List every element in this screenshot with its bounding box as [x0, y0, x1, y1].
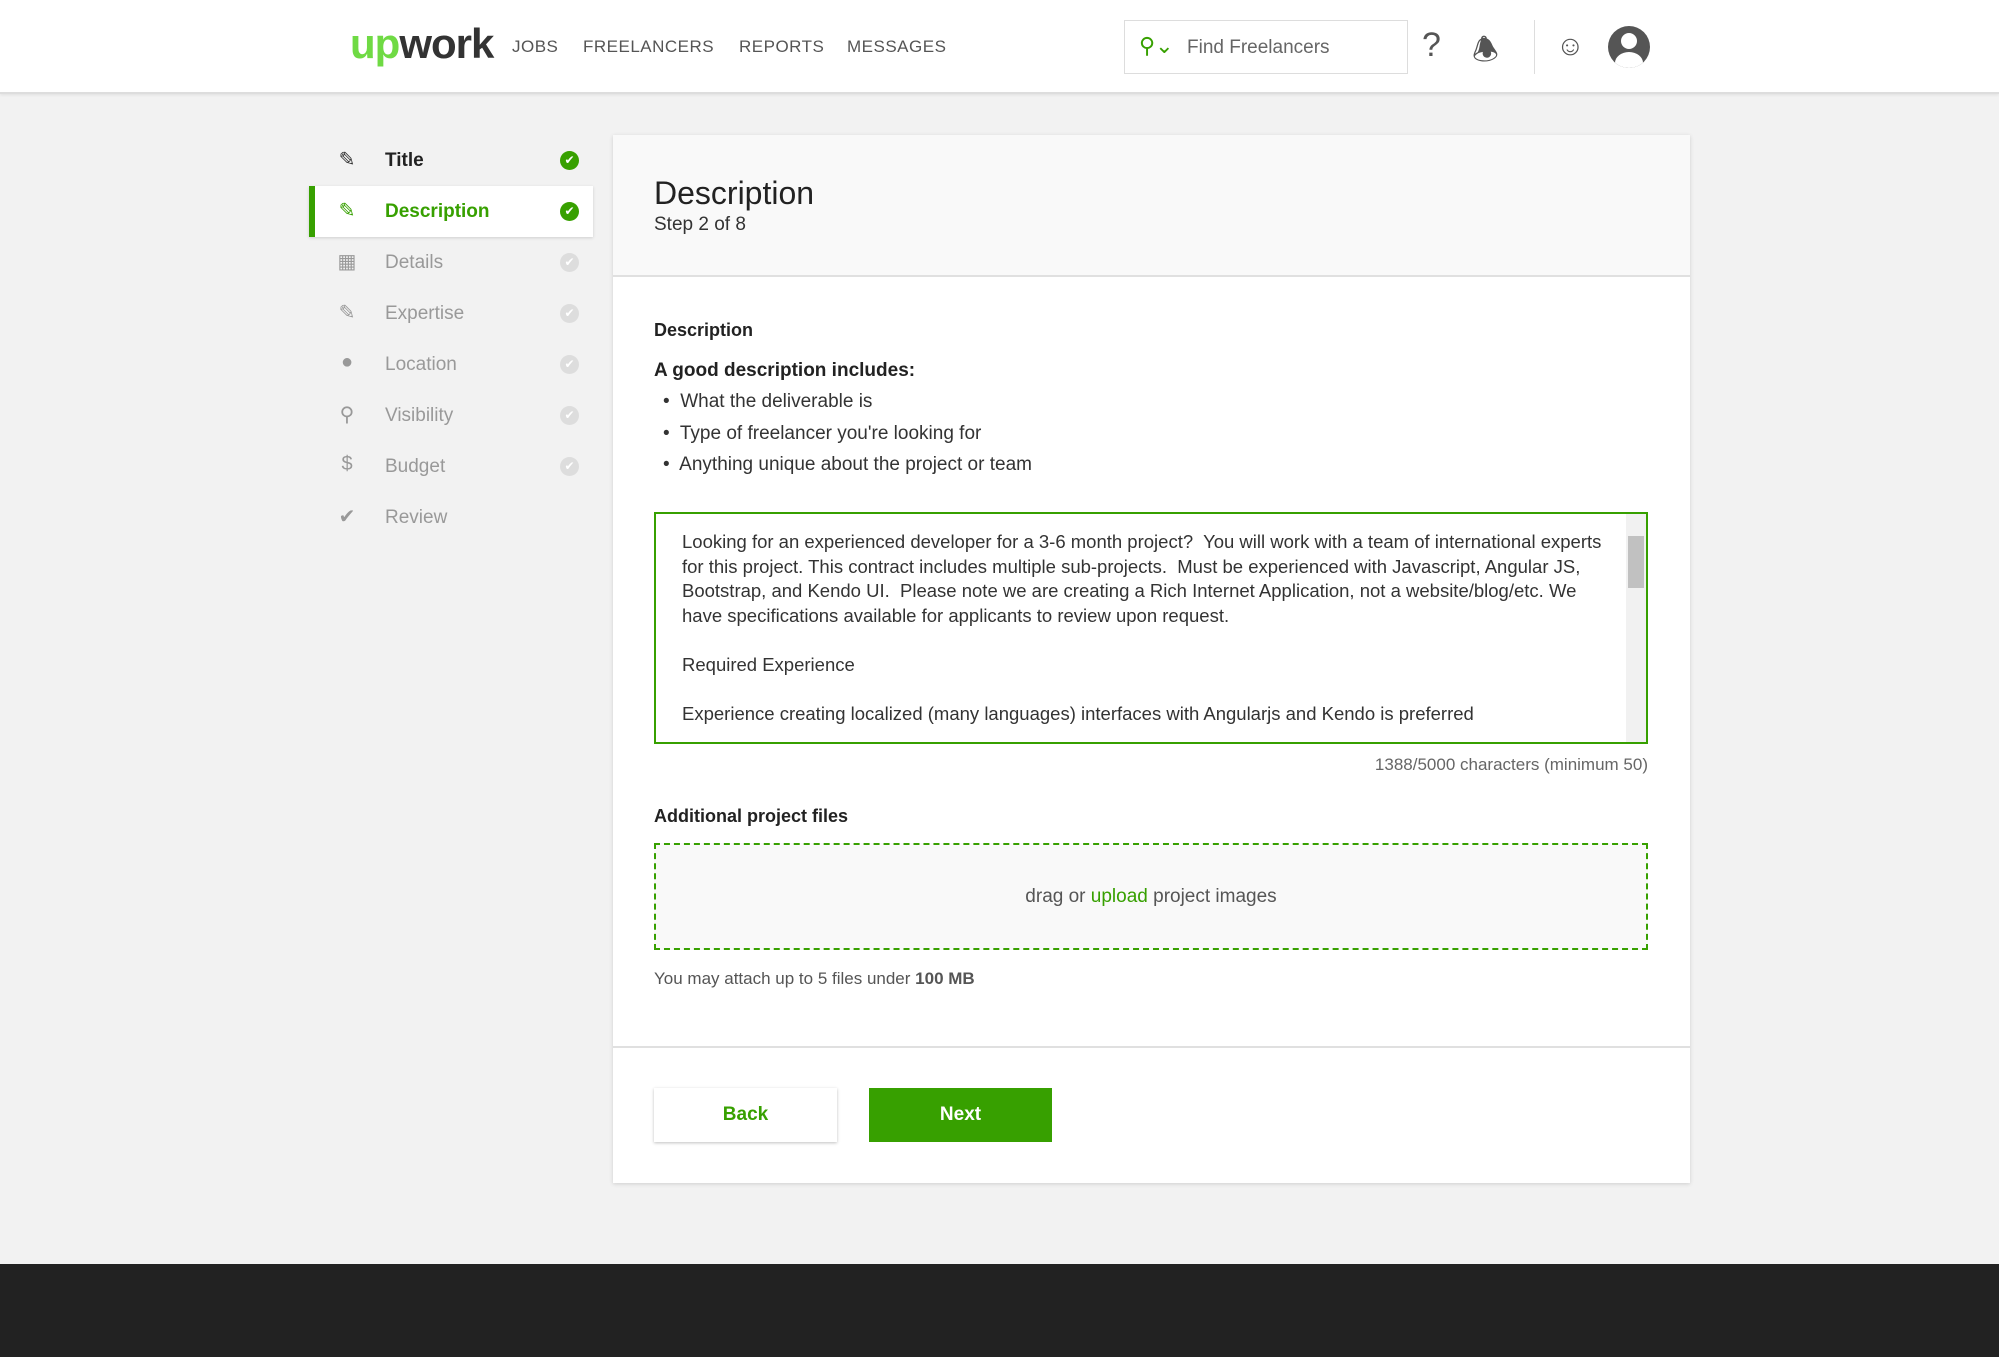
- description-textarea[interactable]: Looking for an experienced developer for…: [654, 512, 1648, 744]
- sidebar-item-title[interactable]: ✎ Title ✔: [309, 135, 593, 186]
- check-icon: ✔: [338, 506, 356, 528]
- hint-text: You may attach up to 5 files under: [654, 969, 916, 988]
- tips-heading: A good description includes:: [654, 360, 916, 381]
- pencil-icon: ✎: [338, 149, 356, 171]
- scrollbar-thumb[interactable]: [1628, 536, 1644, 588]
- step-indicator: Step 2 of 8: [654, 214, 746, 235]
- description-text: Looking for an experienced developer for…: [682, 531, 1602, 724]
- character-count: 1388/5000 characters (minimum 50): [1374, 755, 1648, 774]
- visibility-icon: ⚲: [339, 404, 355, 426]
- sidebar-item-review[interactable]: ✔ Review: [309, 492, 593, 543]
- help-icon[interactable]: ?: [1422, 26, 1441, 65]
- nav-reports[interactable]: REPORTS: [739, 37, 824, 57]
- card-header: Description Step 2 of 8: [613, 135, 1690, 277]
- check-circle-icon: ✔: [560, 151, 579, 170]
- search-icon[interactable]: ⚲⌄: [1139, 33, 1174, 59]
- search-placeholder: Find Freelancers: [1187, 37, 1330, 58]
- description-label: Description: [654, 320, 754, 340]
- tip-text: What the deliverable is: [680, 391, 873, 412]
- avatar-icon[interactable]: [1608, 26, 1650, 68]
- sidebar-item-details[interactable]: ▦ Details ✔: [309, 237, 593, 288]
- steps-sidebar: ✎ Title ✔ ✎ Description ✔ ▦ Details ✔ ✎ Experti…: [309, 135, 593, 543]
- check-circle-icon: ✔: [560, 253, 579, 272]
- pin-icon: ●: [340, 351, 354, 373]
- description-card: Description Step 2 of 8 Description A go…: [613, 135, 1690, 1183]
- tip-text: Anything unique about the project or tea…: [679, 454, 1032, 475]
- nav-messages[interactable]: MESSAGES: [847, 37, 946, 57]
- tip-item: • Type of freelancer you're looking for: [663, 423, 982, 444]
- nav-freelancers[interactable]: FREELANCERS: [583, 37, 714, 57]
- divider: [1534, 20, 1535, 74]
- hint-size: 100 MB: [915, 969, 975, 988]
- tip-item: • What the deliverable is: [663, 391, 873, 412]
- sidebar-item-description[interactable]: ✎ Description ✔: [309, 186, 593, 237]
- check-circle-icon: ✔: [560, 457, 579, 476]
- check-circle-icon: ✔: [560, 355, 579, 374]
- file-dropzone[interactable]: drag or upload project images: [654, 843, 1648, 950]
- divider: [613, 1046, 1690, 1048]
- sidebar-item-budget[interactable]: $ Budget ✔: [309, 441, 593, 492]
- check-circle-icon: ✔: [560, 406, 579, 425]
- file-limit-hint: You may attach up to 5 files under 100 M…: [654, 969, 975, 989]
- check-circle-icon: ✔: [560, 202, 579, 221]
- edit-icon: ✎: [338, 200, 356, 222]
- list-icon: ▦: [337, 251, 357, 273]
- bell-icon[interactable]: 🕭: [1472, 28, 1499, 79]
- check-circle-icon: ✔: [560, 304, 579, 323]
- upwork-logo[interactable]: upwork: [350, 20, 494, 68]
- files-label: Additional project files: [654, 806, 849, 826]
- search-input[interactable]: ⚲⌄ Find Freelancers: [1124, 20, 1408, 74]
- tip-text: Type of freelancer you're looking for: [679, 423, 982, 444]
- footer: [0, 1264, 1999, 1357]
- dollar-icon: $: [341, 453, 353, 475]
- tools-icon: ✎: [338, 302, 356, 324]
- sidebar-item-expertise[interactable]: ✎ Expertise ✔: [309, 288, 593, 339]
- next-button[interactable]: Next: [869, 1088, 1052, 1142]
- page-title: Description: [654, 175, 815, 211]
- upload-link[interactable]: upload: [1091, 886, 1148, 907]
- add-user-icon[interactable]: ☺: [1556, 30, 1585, 62]
- back-button[interactable]: Back: [654, 1088, 837, 1142]
- drop-text: drag or: [1025, 886, 1091, 907]
- scrollbar[interactable]: [1626, 514, 1646, 742]
- sidebar-item-location[interactable]: ● Location ✔: [309, 339, 593, 390]
- sidebar-item-visibility[interactable]: ⚲ Visibility ✔: [309, 390, 593, 441]
- nav-jobs[interactable]: JOBS: [512, 37, 558, 57]
- top-header: upwork JOBS FREELANCERS REPORTS MESSAGES…: [0, 0, 1999, 94]
- drop-text: project images: [1147, 886, 1277, 907]
- tip-item: • Anything unique about the project or t…: [663, 454, 1032, 475]
